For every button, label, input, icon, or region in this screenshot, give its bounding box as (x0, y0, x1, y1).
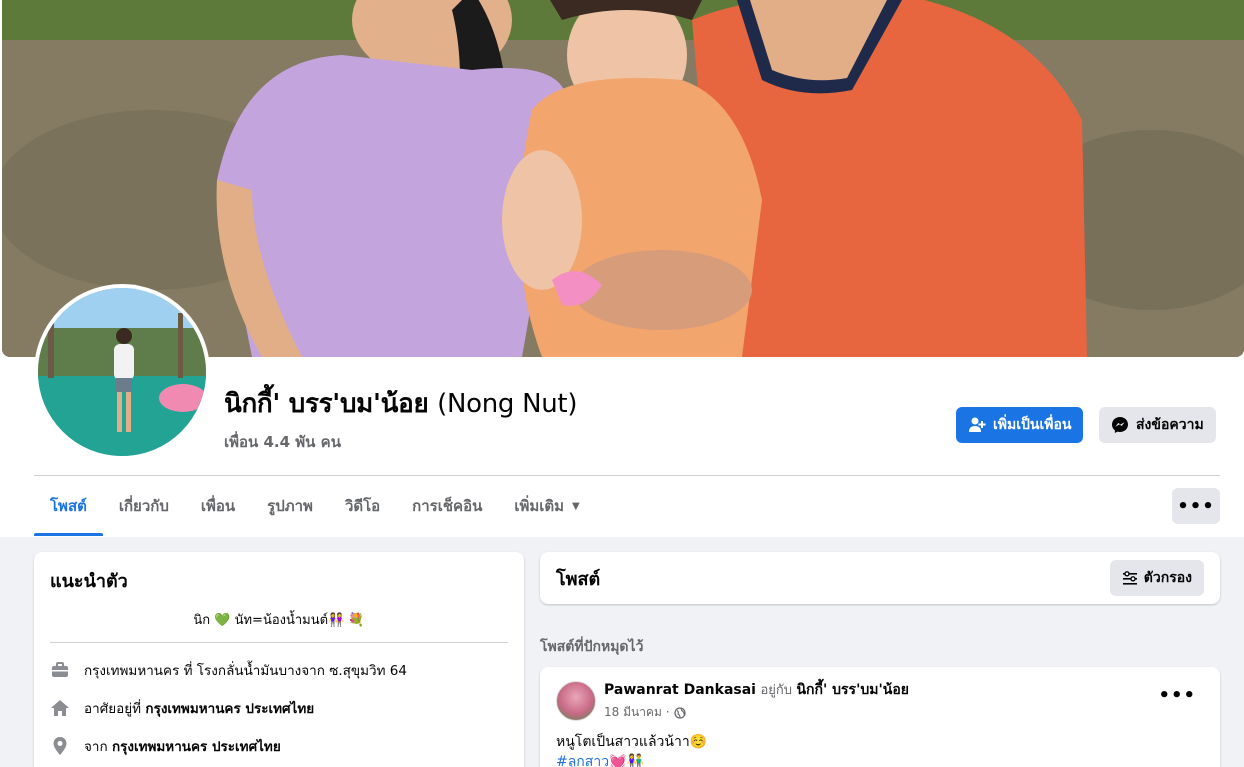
post-author-name[interactable]: Pawanrat Dankasai (604, 682, 756, 698)
filter-button[interactable]: ตัวกรอง (1109, 560, 1204, 596)
post-date[interactable]: 18 มีนาคม · (604, 703, 670, 722)
intro-from-row: จาก กรุงเทพมหานคร ประเทศไทย (50, 735, 508, 757)
add-friend-icon (969, 417, 986, 432)
location-pin-icon (50, 736, 70, 756)
pinned-post: Pawanrat Dankasai อยู่กับ นิกกี้' บรร'บม… (540, 667, 1220, 767)
message-button[interactable]: ส่งข้อความ (1099, 407, 1216, 443)
tab-posts[interactable]: โพสต์ (34, 476, 103, 536)
filter-icon (1122, 571, 1137, 585)
cover-photo-illustration (2, 0, 1244, 357)
home-icon (50, 698, 70, 718)
tab-more[interactable]: เพิ่มเติม ▼ (498, 476, 595, 536)
tab-about[interactable]: เกี่ยวกับ (103, 476, 185, 536)
friends-count[interactable]: เพื่อน 4.4 พัน คน (224, 430, 577, 454)
post-text: หนูโตเป็นสาวแล้วน้าา☺️ (556, 734, 708, 750)
tab-photos[interactable]: รูปภาพ (251, 476, 329, 536)
filter-label: ตัวกรอง (1143, 570, 1192, 586)
tab-friends[interactable]: เพื่อน (185, 476, 251, 536)
tab-checkins[interactable]: การเช็คอิน (396, 476, 498, 536)
avatar-illustration (38, 288, 206, 456)
tab-label: เพิ่มเติม (514, 497, 565, 515)
cover-photo[interactable] (2, 0, 1244, 357)
messenger-icon (1112, 417, 1128, 433)
intro-lives-row: อาศัยอยู่ที่ กรุงเทพมหานคร ประเทศไทย (50, 697, 508, 719)
intro-title: แนะนำตัว (50, 571, 128, 592)
briefcase-icon (50, 660, 70, 680)
add-friend-button[interactable]: เพิ่มเป็นเพื่อน (956, 407, 1084, 443)
add-friend-label: เพิ่มเป็นเพื่อน (993, 417, 1072, 433)
intro-lives-prefix: อาศัยอยู่ที่ (84, 701, 142, 717)
intro-from-prefix: จาก (84, 739, 108, 755)
tab-label: รูปภาพ (267, 497, 313, 515)
tab-label: เพื่อน (200, 497, 236, 515)
post-tagged-name[interactable]: นิกกี้' บรร'บม'น้อย (796, 682, 908, 698)
tab-label: การเช็คอิน (412, 497, 483, 515)
posts-title: โพสต์ (556, 568, 601, 590)
profile-tabs: โพสต์ เกี่ยวกับ เพื่อน รูปภาพ วิดีโอ การ… (34, 476, 596, 536)
intro-bio: นิก 💚 นัท=น้องน้ำมนต์👭 💐 (193, 613, 365, 628)
message-label: ส่งข้อความ (1136, 417, 1204, 433)
tab-label: เกี่ยวกับ (118, 497, 169, 515)
profile-header: นิกกี้' บรร'บม'น้อย (Nong Nut) เพื่อน 4.… (0, 0, 1244, 537)
profile-avatar[interactable] (34, 284, 210, 460)
post-timestamp: 18 มีนาคม · (604, 703, 909, 722)
post-hashtag[interactable]: #ลูกสาว💓👫 (556, 752, 1204, 767)
tab-videos[interactable]: วิดีโอ (329, 476, 396, 536)
intro-lives-place[interactable]: กรุงเทพมหานคร ประเทศไทย (145, 701, 314, 717)
globe-icon (673, 706, 686, 719)
post-options-button[interactable]: ••• (1158, 685, 1196, 706)
tab-label: โพสต์ (50, 497, 87, 515)
posts-header-card: โพสต์ ตัวกรอง (540, 552, 1220, 604)
profile-name: นิกกี้' บรร'บม'น้อย (Nong Nut) (224, 383, 577, 424)
profile-name-block: นิกกี้' บรร'บม'น้อย (Nong Nut) เพื่อน 4.… (224, 383, 577, 454)
intro-card: แนะนำตัว นิก 💚 นัท=น้องน้ำมนต์👭 💐 กรุงเท… (34, 552, 524, 767)
intro-divider (50, 642, 508, 643)
tab-label: วิดีโอ (344, 497, 381, 515)
post-names: Pawanrat Dankasai อยู่กับ นิกกี้' บรร'บม… (604, 679, 909, 701)
profile-name-text: นิกกี้' บรร'บม'น้อย (224, 389, 429, 419)
pinned-posts-label: โพสต์ที่ปักหมุดไว้ (540, 639, 644, 655)
avatar (38, 288, 206, 456)
post-header: Pawanrat Dankasai อยู่กับ นิกกี้' บรร'บม… (556, 679, 1204, 722)
post-body: หนูโตเป็นสาวแล้วน้าา☺️ #ลูกสาว💓👫 (556, 732, 1204, 767)
post-with-text: อยู่กับ (760, 683, 792, 698)
more-options-button[interactable]: ••• (1172, 488, 1220, 524)
post-author-avatar[interactable] (556, 680, 596, 721)
post-meta: Pawanrat Dankasai อยู่กับ นิกกี้' บรร'บม… (604, 679, 909, 722)
profile-alt-name: (Nong Nut) (437, 389, 578, 419)
intro-work-row: กรุงเทพมหานคร ที่ โรงกลั่นน้ำมันบางจาก ซ… (50, 659, 508, 681)
intro-work-text: กรุงเทพมหานคร ที่ โรงกลั่นน้ำมันบางจาก ซ… (84, 663, 407, 679)
intro-from-place[interactable]: กรุงเทพมหานคร ประเทศไทย (112, 739, 281, 755)
caret-down-icon: ▼ (572, 500, 580, 512)
